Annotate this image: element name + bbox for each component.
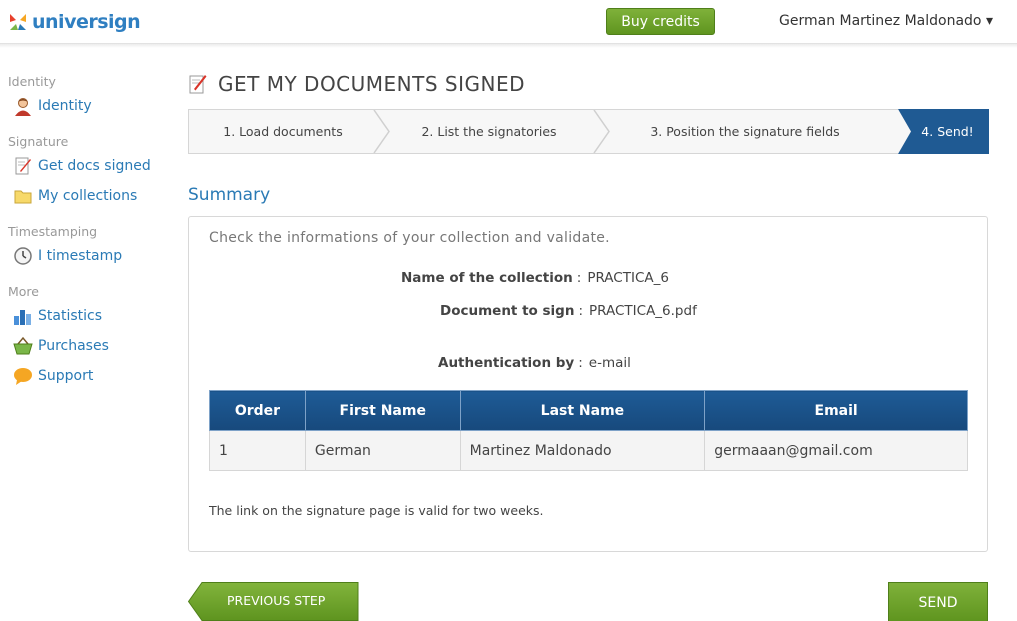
authentication-value: e-mail	[588, 355, 631, 371]
sidebar-item-identity[interactable]: Identity	[12, 95, 92, 117]
document-to-sign-value[interactable]: PRACTICA_6.pdf	[589, 303, 697, 319]
summary-instructions: Check the informations of your collectio…	[209, 230, 610, 246]
sidebar-item-label: Support	[38, 368, 94, 384]
logo-text: universign	[32, 11, 141, 33]
colon: :	[578, 303, 584, 319]
cell-order: 1	[209, 430, 306, 471]
sidebar-item-support[interactable]: Support	[12, 365, 93, 387]
universign-logo[interactable]: universign	[8, 10, 141, 34]
sidebar-item-label: Identity	[38, 98, 92, 114]
column-header-first-name: First Name	[304, 390, 461, 431]
sidebar-item-purchases[interactable]: Purchases	[12, 335, 109, 357]
cell-email: germaaan@gmail.com	[704, 430, 968, 471]
step-list-signatories[interactable]: 2. List the signatories	[389, 110, 589, 153]
top-header: universign Buy credits German Martinez M…	[0, 0, 1017, 44]
sidebar-item-statistics[interactable]: Statistics	[12, 305, 102, 327]
summary-box: Check the informations of your collectio…	[188, 216, 988, 552]
step-load-documents[interactable]: 1. Load documents	[189, 110, 377, 153]
sidebar-item-get-docs-signed[interactable]: Get docs signed	[12, 155, 151, 177]
page-title: GET MY DOCUMENTS SIGNED	[218, 72, 525, 96]
sidebar-section-identity: Identity	[8, 74, 56, 89]
step-position-signature-fields[interactable]: 3. Position the signature fields	[609, 110, 881, 153]
step-send-active[interactable]: 4. Send!	[898, 109, 989, 154]
user-icon	[12, 95, 34, 117]
cell-first-name: German	[304, 430, 461, 471]
previous-step-button[interactable]: PREVIOUS STEP	[188, 582, 359, 621]
step-send-label: 4. Send!	[921, 124, 974, 139]
wizard-steps: 1. Load documents 2. List the signatorie…	[188, 109, 989, 154]
table-row: 1 German Martinez Maldonado germaaan@gma…	[209, 430, 968, 471]
sidebar-item-label: Get docs signed	[38, 158, 151, 174]
user-menu[interactable]: German Martinez Maldonado ▾	[779, 13, 993, 29]
signatories-table: Order First Name Last Name Email 1 Germa…	[209, 390, 968, 471]
collection-name-value: PRACTICA_6	[587, 270, 669, 286]
colon: :	[578, 355, 583, 371]
header-shadow	[0, 44, 1017, 48]
basket-icon	[12, 335, 34, 357]
table-header-row: Order First Name Last Name Email	[209, 390, 968, 431]
authentication-label: Authentication by	[438, 355, 575, 371]
sidebar-item-timestamp[interactable]: I timestamp	[12, 245, 122, 267]
cell-last-name: Martinez Maldonado	[459, 430, 706, 471]
previous-step-label: PREVIOUS STEP	[227, 593, 326, 608]
send-button[interactable]: SEND	[888, 582, 988, 621]
speech-bubble-icon	[12, 365, 34, 387]
active-step-notch	[898, 109, 911, 154]
pen-doc-icon	[189, 75, 207, 94]
sidebar-item-label: I timestamp	[38, 248, 123, 264]
clock-icon	[12, 245, 34, 267]
pen-doc-icon	[12, 155, 34, 177]
collection-name-row: Name of the collection: PRACTICA_6	[401, 270, 669, 286]
folder-icon	[12, 185, 34, 207]
sidebar-section-signature: Signature	[8, 134, 69, 149]
bar-chart-icon	[12, 305, 34, 327]
universign-logo-icon	[10, 14, 26, 30]
buy-credits-button[interactable]: Buy credits	[606, 8, 715, 35]
column-header-last-name: Last Name	[459, 390, 706, 431]
sidebar-item-my-collections[interactable]: My collections	[12, 185, 137, 207]
sidebar-item-label: My collections	[38, 188, 138, 204]
column-header-order: Order	[209, 390, 306, 431]
colon: :	[576, 270, 582, 286]
sidebar-item-label: Purchases	[38, 338, 109, 354]
sidebar-item-label: Statistics	[38, 308, 102, 324]
page-title-row: GET MY DOCUMENTS SIGNED	[188, 72, 525, 96]
sidebar-section-more: More	[8, 284, 39, 299]
sidebar-section-timestamping: Timestamping	[8, 224, 98, 239]
authentication-row: Authentication by: e-mail	[438, 355, 631, 371]
collection-name-label: Name of the collection	[401, 270, 573, 286]
validity-note: The link on the signature page is valid …	[209, 503, 544, 518]
document-to-sign-label: Document to sign	[440, 303, 575, 319]
summary-title: Summary	[188, 185, 271, 205]
document-to-sign-row: Document to sign: PRACTICA_6.pdf	[440, 303, 697, 319]
column-header-email: Email	[704, 390, 968, 431]
